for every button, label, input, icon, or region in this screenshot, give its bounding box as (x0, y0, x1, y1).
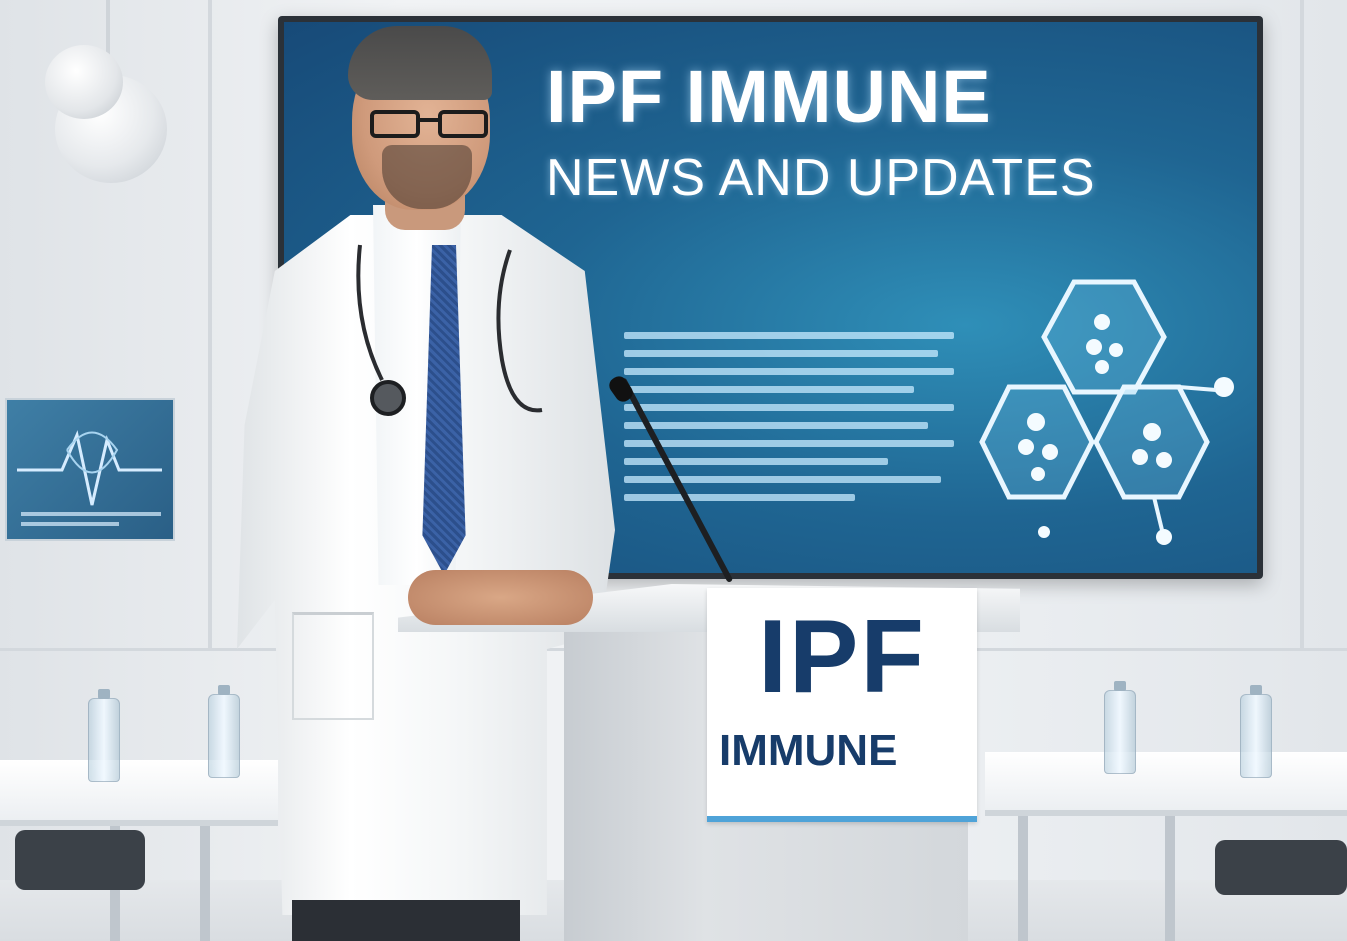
press-conference-scene: IPF IMMUNE NEWS AND UPDATES IPF IMMUNE (0, 0, 1347, 941)
doctor-hands (408, 570, 593, 625)
table-leg (1018, 816, 1028, 941)
wall-panel-divider (208, 0, 212, 650)
right-conference-table (985, 752, 1347, 816)
glasses-icon (370, 110, 498, 140)
water-bottle (1104, 681, 1136, 774)
screen-title: IPF IMMUNE (546, 55, 992, 138)
table-leg (200, 826, 210, 941)
stethoscope-icon (356, 244, 543, 416)
pendant-lamp (45, 45, 167, 183)
chair (1215, 840, 1347, 895)
water-bottle (88, 689, 120, 782)
podium-sign-main-text: IPF (758, 599, 926, 715)
wall-poster (5, 398, 175, 541)
pendant-lamp-upper (45, 45, 123, 119)
podium-sign-sub-text: IMMUNE (719, 726, 898, 775)
coat-pocket (292, 612, 374, 720)
heartbeat-wave-icon (17, 430, 162, 506)
chair (15, 830, 145, 890)
hexagonal-cell-molecule-icon (979, 279, 1234, 545)
water-bottle (1240, 685, 1272, 778)
water-bottle (208, 685, 240, 778)
table-leg (1165, 816, 1175, 941)
wall-poster-text-lines (21, 512, 161, 532)
doctor-trousers (292, 900, 520, 941)
screen-text-lines (624, 332, 954, 512)
wall-panel-divider (1300, 0, 1304, 650)
podium-sign: IPF IMMUNE (707, 588, 977, 822)
screen-subtitle: NEWS AND UPDATES (546, 149, 1096, 207)
doctor-hair (348, 26, 492, 100)
